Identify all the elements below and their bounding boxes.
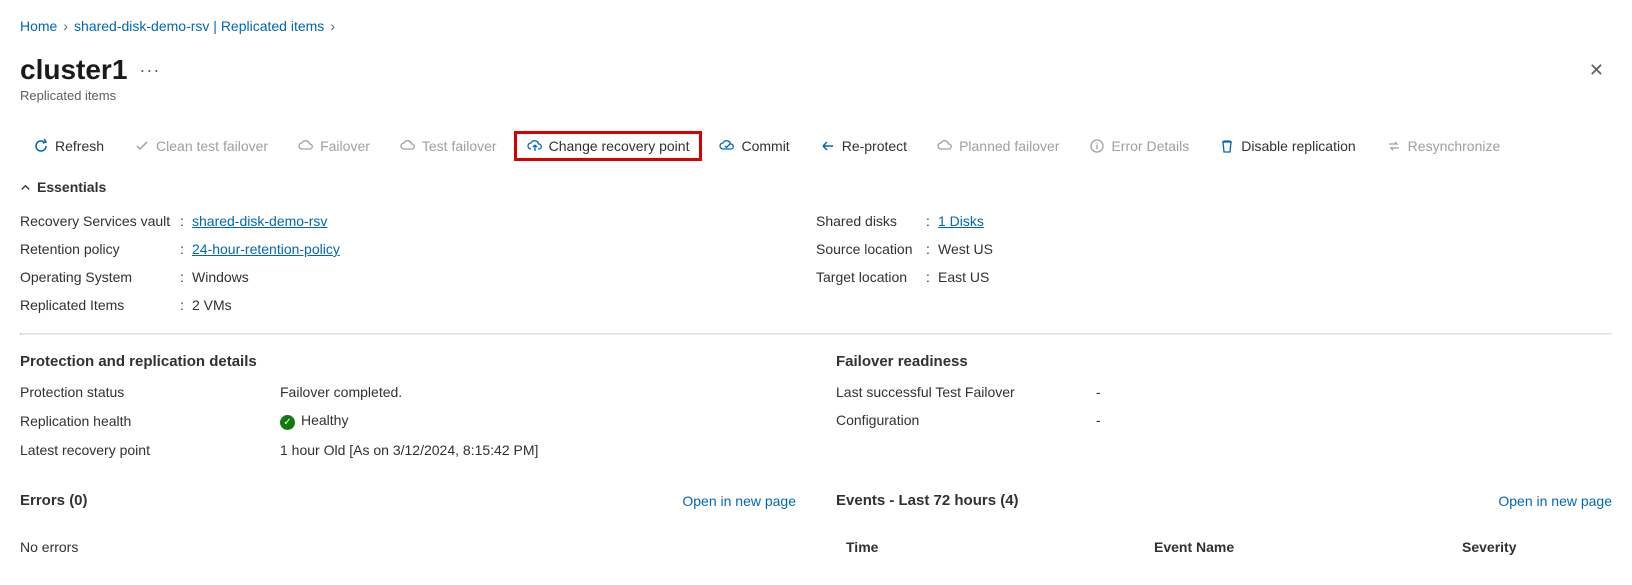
source-location-label: Source location (816, 241, 926, 257)
errors-heading: Errors (0) (20, 492, 88, 509)
clean-label: Clean test failover (156, 138, 268, 154)
divider (20, 333, 1612, 335)
reprotect-button[interactable]: Re-protect (807, 131, 920, 161)
last-test-failover-value: - (1096, 384, 1101, 400)
target-location-value: East US (938, 269, 989, 285)
breadcrumb-home[interactable]: Home (20, 18, 57, 34)
clean-test-failover-button: Clean test failover (121, 131, 281, 161)
shared-disks-link[interactable]: 1 Disks (938, 213, 984, 229)
planned-label: Planned failover (959, 138, 1059, 154)
failover-button: Failover (285, 131, 383, 161)
chevron-right-icon: › (63, 18, 68, 34)
arrow-left-icon (820, 138, 836, 154)
failover-label: Failover (320, 138, 370, 154)
source-location-value: West US (938, 241, 993, 257)
cloud-check-icon (719, 138, 735, 154)
chevron-right-icon: › (330, 18, 335, 34)
resynchronize-button: Resynchronize (1373, 131, 1514, 161)
command-bar: Refresh Clean test failover Failover Tes… (20, 131, 1612, 161)
configuration-value: - (1096, 412, 1101, 428)
col-severity: Severity (1462, 539, 1612, 555)
shared-disks-label: Shared disks (816, 213, 926, 229)
essentials-toggle[interactable]: Essentials (20, 179, 1612, 195)
trash-icon (1219, 138, 1235, 154)
no-errors-text: No errors (20, 539, 796, 555)
os-label: Operating System (20, 269, 180, 285)
disable-replication-button[interactable]: Disable replication (1206, 131, 1368, 161)
breadcrumb-vault[interactable]: shared-disk-demo-rsv | Replicated items (74, 18, 324, 34)
refresh-button[interactable]: Refresh (20, 131, 117, 161)
rsv-link[interactable]: shared-disk-demo-rsv (192, 213, 327, 229)
essentials-label: Essentials (37, 179, 106, 195)
cloud-icon (298, 138, 314, 154)
replication-health-label: Replication health (20, 413, 280, 429)
replicated-items-label: Replicated Items (20, 297, 180, 313)
test-failover-button: Test failover (387, 131, 510, 161)
error-details-label: Error Details (1111, 138, 1189, 154)
last-test-failover-label: Last successful Test Failover (836, 384, 1096, 400)
change-recovery-point-button[interactable]: Change recovery point (514, 131, 703, 161)
protection-heading: Protection and replication details (20, 353, 796, 370)
healthy-icon: ✓ (280, 415, 295, 430)
failover-readiness-heading: Failover readiness (836, 353, 1612, 370)
page-title: cluster1 (20, 54, 127, 86)
col-time: Time (836, 539, 1154, 555)
check-icon (134, 138, 150, 154)
essentials-panel: Recovery Services vault : shared-disk-de… (20, 207, 1612, 319)
cloud-up-icon (527, 138, 543, 154)
replication-health-value: ✓Healthy (280, 412, 348, 430)
breadcrumb: Home › shared-disk-demo-rsv | Replicated… (20, 18, 1612, 34)
commit-label: Commit (741, 138, 789, 154)
retention-link[interactable]: 24-hour-retention-policy (192, 241, 340, 257)
replicated-items-value: 2 VMs (192, 297, 232, 313)
commit-button[interactable]: Commit (706, 131, 802, 161)
protection-status-value: Failover completed. (280, 384, 402, 400)
error-details-button: Error Details (1076, 131, 1202, 161)
test-failover-label: Test failover (422, 138, 497, 154)
events-open-link[interactable]: Open in new page (1498, 493, 1612, 509)
latest-rp-value: 1 hour Old [As on 3/12/2024, 8:15:42 PM] (280, 442, 538, 458)
rsv-label: Recovery Services vault (20, 213, 180, 229)
reprotect-label: Re-protect (842, 138, 907, 154)
cloud-icon (937, 138, 953, 154)
cloud-icon (400, 138, 416, 154)
refresh-label: Refresh (55, 138, 104, 154)
resync-label: Resynchronize (1408, 138, 1501, 154)
page-subtitle: Replicated items (20, 88, 1612, 103)
protection-status-label: Protection status (20, 384, 280, 400)
events-heading: Events - Last 72 hours (4) (836, 492, 1019, 509)
target-location-label: Target location (816, 269, 926, 285)
more-actions-button[interactable]: ··· (139, 60, 160, 81)
sync-icon (1386, 138, 1402, 154)
events-table-header: Time Event Name Severity (836, 539, 1612, 555)
os-value: Windows (192, 269, 249, 285)
refresh-icon (33, 138, 49, 154)
retention-label: Retention policy (20, 241, 180, 257)
chevron-up-icon (20, 182, 31, 193)
planned-failover-button: Planned failover (924, 131, 1072, 161)
close-button[interactable]: ✕ (1581, 60, 1612, 81)
latest-rp-label: Latest recovery point (20, 442, 280, 458)
errors-open-link[interactable]: Open in new page (682, 493, 796, 509)
col-event-name: Event Name (1154, 539, 1462, 555)
info-icon (1089, 138, 1105, 154)
configuration-label: Configuration (836, 412, 1096, 428)
disable-label: Disable replication (1241, 138, 1355, 154)
change-rp-label: Change recovery point (549, 138, 690, 154)
